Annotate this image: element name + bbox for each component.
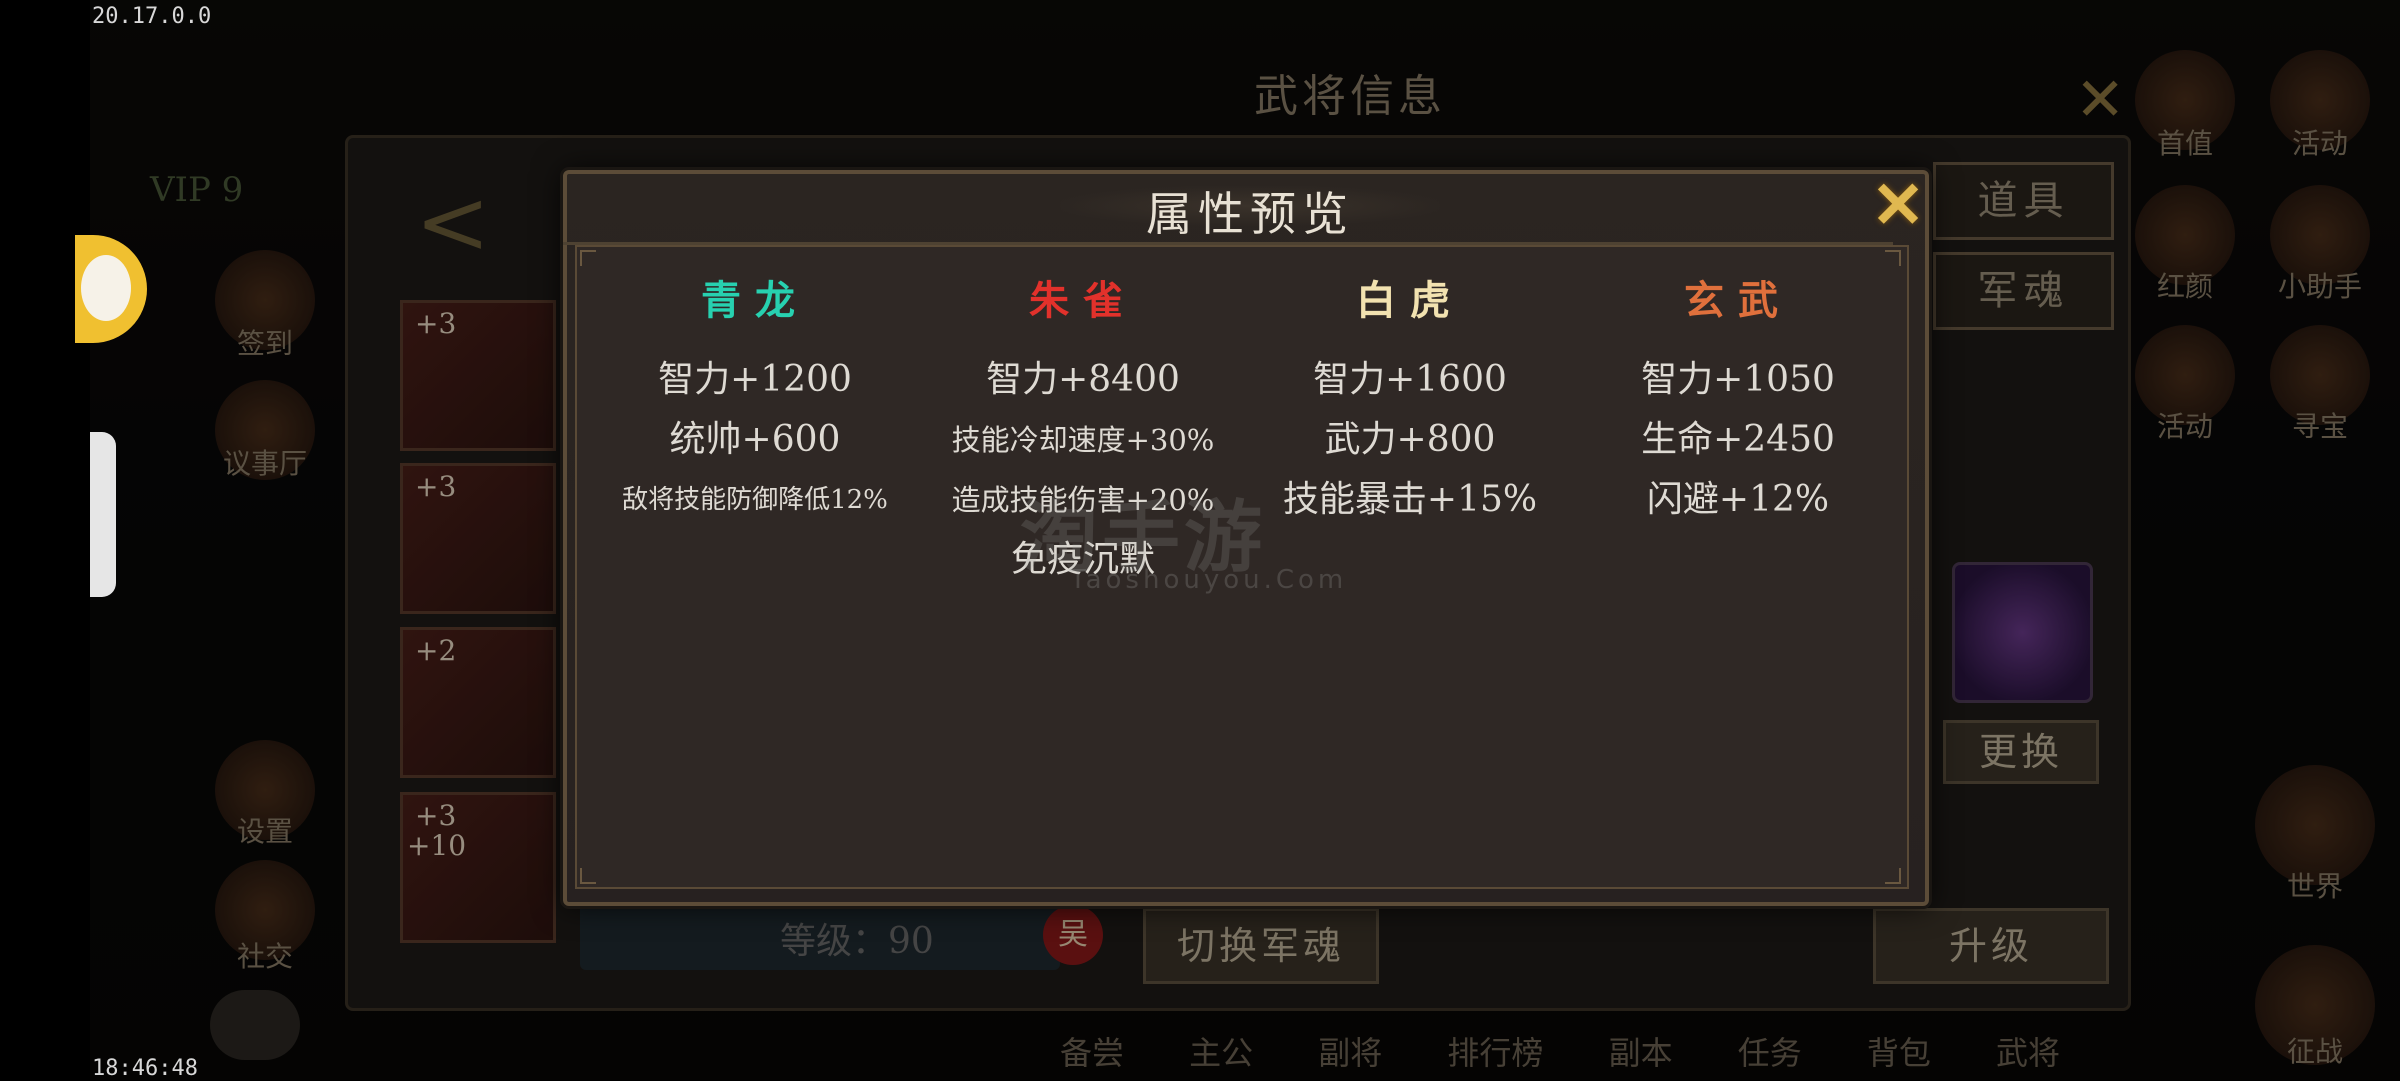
stat-xuanwu-2: 生命+2450	[1641, 419, 1835, 460]
stat-baihu-3: 技能暴击+15%	[1282, 479, 1538, 520]
stat-qinglong-1: 智力+1200	[658, 359, 852, 400]
column-xuanwu: 玄武 智力+1050 生命+2450 闪避+12%	[1573, 268, 1903, 530]
column-title-zhuque: 朱雀	[1029, 277, 1137, 324]
left-black-bar	[0, 0, 90, 1080]
watermark-url: Taoshouyou.Com	[1070, 565, 1348, 595]
stat-xuanwu-3: 闪避+12%	[1646, 479, 1830, 520]
column-baihu: 白虎 智力+1600 武力+800 技能暴击+15%	[1245, 268, 1575, 530]
column-title-baihu: 白虎	[1356, 277, 1464, 324]
stat-zhuque-2: 技能冷却速度+30%	[951, 423, 1215, 457]
stat-zhuque-1: 智力+8400	[986, 359, 1180, 400]
stat-qinglong-2: 统帅+600	[669, 419, 841, 460]
corner-ornament-tl	[580, 250, 596, 266]
modal-close-icon[interactable]: ✕	[1868, 174, 1928, 238]
column-title-qinglong: 青龙	[701, 277, 809, 324]
stat-xuanwu-1: 智力+1050	[1641, 359, 1835, 400]
side-handle[interactable]	[90, 432, 116, 597]
version-text: 20.17.0.0	[92, 4, 212, 29]
clock-text: 18:46:48	[92, 1056, 198, 1081]
modal-title: 属性预览	[1146, 187, 1354, 241]
stat-baihu-1: 智力+1600	[1313, 359, 1507, 400]
stat-baihu-2: 武力+800	[1324, 419, 1496, 460]
column-title-xuanwu: 玄武	[1684, 277, 1792, 324]
stat-qinglong-3: 敌将技能防御降低12%	[622, 485, 888, 515]
corner-ornament-bl	[580, 868, 596, 884]
corner-ornament-tr	[1885, 250, 1901, 266]
corner-ornament-br	[1885, 868, 1901, 884]
column-qinglong: 青龙 智力+1200 统帅+600 敌将技能防御降低12%	[590, 268, 920, 530]
